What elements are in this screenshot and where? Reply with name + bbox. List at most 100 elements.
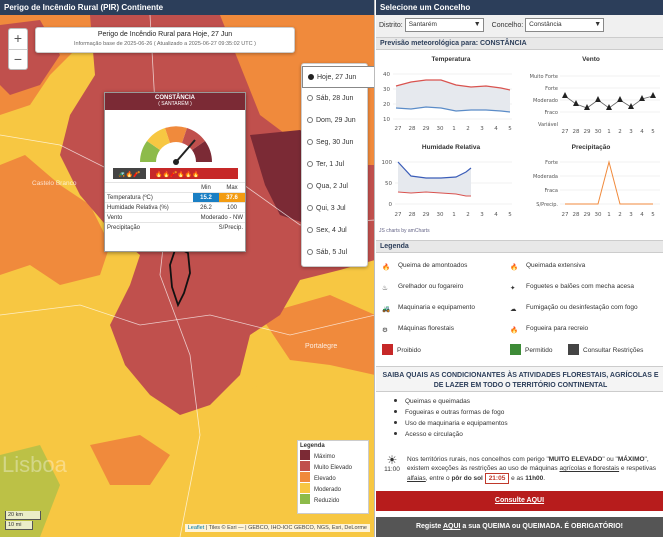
svg-text:1: 1	[452, 126, 456, 132]
chainsaw-icon: ⚙	[382, 327, 388, 334]
legend-item: 🔥 Queimada extensiva	[510, 262, 586, 271]
popup-weather-table: Min Max Temperatura (ºC) 15.2 37.6 Humid…	[105, 182, 245, 233]
status-prohibited: Proibido	[382, 344, 421, 355]
radio-icon	[307, 227, 313, 233]
day-option[interactable]: Hoje, 27 Jun	[302, 66, 374, 88]
table-row: Vento Moderado - NW	[105, 212, 245, 223]
smoke-icon: ☁	[510, 306, 517, 313]
radio-icon	[307, 139, 313, 145]
chart-credit[interactable]: JS charts by amCharts	[379, 228, 430, 234]
swatch	[382, 344, 393, 355]
precip-value: S/Precip.	[193, 222, 245, 233]
svg-text:2: 2	[466, 126, 470, 132]
zoom-out-button[interactable]: −	[9, 49, 27, 69]
precip-chart-title: Precipitação	[571, 144, 611, 151]
svg-text:27: 27	[395, 126, 402, 132]
day-option[interactable]: Sex, 4 Jul	[302, 220, 367, 242]
svg-text:Fraca: Fraca	[545, 188, 558, 194]
legend-item: Elevado	[300, 472, 366, 483]
svg-text:27: 27	[395, 212, 402, 218]
day-option[interactable]: Sáb, 28 Jun	[302, 88, 367, 110]
svg-text:10: 10	[383, 117, 390, 123]
sunset-time: 21:05	[484, 473, 510, 484]
day-option[interactable]: Qua, 2 Jul	[302, 176, 367, 198]
svg-text:Forte: Forte	[545, 160, 558, 166]
svg-text:4: 4	[494, 212, 498, 218]
swatch	[300, 483, 310, 493]
place-label: Lisboa	[2, 452, 67, 477]
swatch	[568, 344, 579, 355]
svg-text:4: 4	[640, 129, 644, 134]
svg-text:29: 29	[423, 212, 430, 218]
svg-text:Fraco: Fraco	[545, 110, 558, 116]
council-select[interactable]: Constância ▼	[525, 18, 605, 32]
day-option[interactable]: Qui, 3 Jul	[302, 198, 367, 220]
status-permitted: Permitido	[510, 344, 552, 355]
svg-text:29: 29	[423, 126, 430, 132]
swatch	[300, 461, 310, 471]
district-select[interactable]: Santarém ▼	[404, 18, 484, 32]
svg-text:Variável: Variável	[538, 121, 558, 128]
fire-danger-map[interactable]: Perigo de Incêndio Rural (PIR) Continent…	[0, 0, 375, 537]
precipitation-chart: Forte Moderada Fraca S/Precip. 27 28 29 30 1 2 3 4…	[533, 160, 660, 218]
place-label: Portalegre	[305, 343, 338, 350]
tools-link[interactable]: alfaias	[407, 475, 426, 482]
svg-text:2: 2	[618, 212, 622, 218]
radio-icon	[307, 117, 313, 123]
panel-header: Selecione um Concelho	[376, 0, 663, 15]
list-item[interactable]: Queimas e queimadas	[394, 396, 508, 407]
svg-text:1: 1	[607, 212, 611, 218]
swatch	[300, 494, 310, 504]
council-label: Concelho:	[491, 21, 524, 29]
machinery-link[interactable]: agrícolas e florestais	[559, 465, 619, 472]
day-option[interactable]: Dom, 29 Jun	[302, 110, 367, 132]
day-selector: Hoje, 27 Jun Sáb, 28 Jun Dom, 29 Jun Seg…	[301, 63, 374, 267]
svg-text:1: 1	[607, 129, 611, 134]
table-row: Precipitação S/Precip.	[105, 222, 245, 233]
svg-text:5: 5	[651, 212, 655, 218]
svg-text:30: 30	[595, 129, 602, 134]
day-option[interactable]: Seg, 30 Jun	[302, 132, 367, 154]
map-info-subtitle: Informação base de 2025-06-26 ( Atualiza…	[74, 41, 256, 47]
legend-item: ☁ Fumigação ou desinfestação com fogo	[510, 304, 638, 313]
day-option[interactable]: Ter, 1 Jul	[302, 154, 367, 176]
temp-chart-title: Temperatura	[431, 56, 471, 63]
legend-item: Muito Elevado	[300, 461, 366, 472]
svg-text:28: 28	[573, 129, 580, 134]
svg-text:S/Precip.: S/Precip.	[536, 202, 558, 208]
register-burning-button[interactable]: Registe AQUI a sua QUEIMA ou QUEIMADA. É…	[376, 517, 663, 537]
list-item[interactable]: Uso de maquinaria e equipamentos	[394, 418, 508, 429]
map-attribution: Leaflet | Tiles © Esri — | GEBCO, IHO-IO…	[184, 524, 370, 532]
day-option[interactable]: Sáb, 5 Jul	[302, 242, 367, 264]
humidity-max: 100	[219, 202, 245, 213]
svg-text:Muito Forte: Muito Forte	[530, 74, 558, 80]
swatch	[300, 450, 310, 460]
svg-text:Moderada: Moderada	[533, 174, 558, 180]
legend-item: 🚜 Maquinaria e equipamento	[382, 304, 475, 313]
table-row: Humidade Relativa (%) 26.2 100	[105, 202, 245, 213]
popup-header: CONSTÂNCIA ( SANTARÉM )	[105, 93, 245, 110]
svg-text:30: 30	[595, 212, 602, 218]
zoom-in-button[interactable]: +	[9, 29, 27, 49]
sun-clock-icon: ☀ 11:00	[380, 454, 404, 473]
col-max-header: Max	[219, 182, 245, 193]
info-list: Queimas e queimadas Fogueiras e outras f…	[394, 396, 508, 440]
leaflet-link[interactable]: Leaflet	[188, 525, 205, 531]
temperature-chart: 40 30 20 10 27 28 29 30 1 2 3 4 5	[383, 72, 512, 132]
list-item[interactable]: Acesso e circulação	[394, 429, 508, 440]
map-date-info: Perigo de Incêndio Rural para Hoje, 27 J…	[35, 27, 295, 53]
consult-button[interactable]: Consulte AQUI	[376, 491, 663, 511]
legend-item: 🔥 Queima de amontoados	[382, 262, 468, 271]
radio-icon	[308, 74, 314, 80]
fire-icon: 🔥	[510, 264, 519, 271]
register-link[interactable]: AQUI	[443, 523, 461, 530]
svg-text:Forte: Forte	[545, 86, 558, 92]
svg-text:30: 30	[437, 212, 444, 218]
tractor-icon: 🚜	[382, 306, 391, 313]
scale-bar-km: 20 km	[5, 511, 41, 520]
map-legend-title: Legenda	[300, 443, 325, 449]
list-item[interactable]: Fogueiras e outras formas de fogo	[394, 407, 508, 418]
svg-text:29: 29	[584, 212, 591, 218]
svg-text:3: 3	[480, 212, 484, 218]
svg-text:28: 28	[409, 126, 416, 132]
